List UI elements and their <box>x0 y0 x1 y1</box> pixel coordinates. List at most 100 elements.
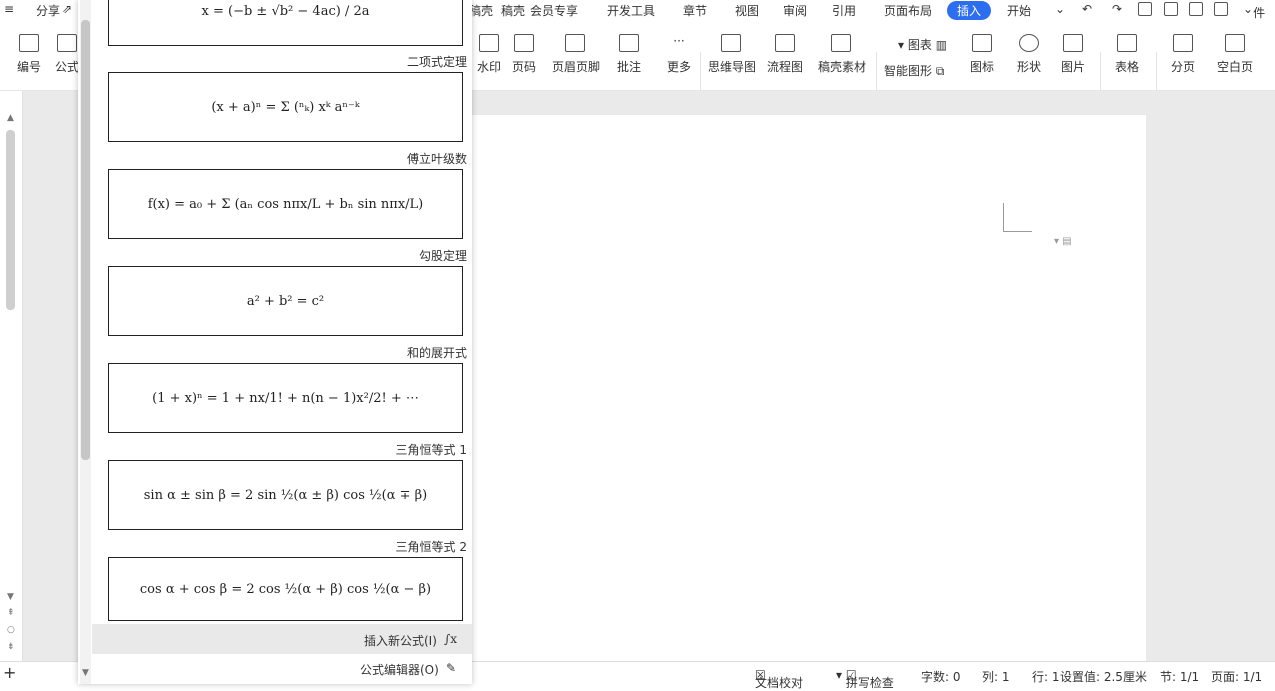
formula-editor-item[interactable]: 公式编辑器(O) ✎ <box>92 653 472 683</box>
proofread-button[interactable]: 文档校对 ☒ <box>755 668 803 690</box>
formula-trig-1[interactable]: sin α ± sin β = 2 sin ½(α ± β) cos ½(α ∓… <box>108 460 463 530</box>
tab-1[interactable]: 稿壳 <box>501 2 525 19</box>
more-button[interactable]: ··· 更多 <box>660 34 698 84</box>
redo-icon[interactable]: ↷ <box>1112 2 1122 16</box>
formula-expression: cos α + cos β = 2 cos ½(α + β) cos ½(α −… <box>139 581 432 597</box>
formula-title: 勾股定理 <box>418 249 467 263</box>
chevron-down-icon[interactable]: ⌄ <box>1055 2 1065 16</box>
spell-check-button[interactable]: ▾ 拼写检查 ☑ <box>836 668 894 690</box>
margin-corner-mark <box>1003 203 1032 232</box>
scroll-up-icon[interactable]: ▲ <box>7 113 14 123</box>
material-icon <box>831 34 851 52</box>
tab-home[interactable]: 开始 <box>1007 2 1031 19</box>
comment-icon <box>619 34 639 52</box>
material-button[interactable]: 稿壳素材 <box>818 34 867 84</box>
numbering-button[interactable]: 编号 <box>10 34 48 84</box>
header-footer-label: 页眉页脚 <box>552 60 601 74</box>
blank-page-button[interactable]: 空白页 <box>1212 34 1258 84</box>
save-icon[interactable] <box>1214 2 1228 16</box>
page-break-icon <box>1173 34 1193 52</box>
smart-graphic-icon: ⧉ <box>935 64 945 78</box>
menu-collapse-icon[interactable]: ≡ <box>4 2 14 16</box>
print-icon[interactable] <box>1164 2 1178 16</box>
smart-graphic-button[interactable]: 智能图形 ⧉ <box>884 62 944 79</box>
picture-icon <box>1063 34 1083 52</box>
tab-4[interactable]: 章节 <box>683 2 707 19</box>
export-icon[interactable] <box>1189 2 1203 16</box>
mindmap-button[interactable]: 思维导图 <box>708 34 757 84</box>
scroll-down-icon[interactable]: ▼ <box>7 592 14 602</box>
formula-expression: x = (−b ± √b² − 4ac) / 2a <box>201 3 370 19</box>
comment-button[interactable]: 批注 <box>610 34 648 84</box>
next-page-icon[interactable]: ⇟ <box>7 642 15 652</box>
page-break-button[interactable]: 分页 <box>1164 34 1202 84</box>
numbering-icon <box>19 34 39 52</box>
prev-page-icon[interactable]: ⇞ <box>7 608 15 618</box>
paste-options-icon[interactable]: ▾ ▤ <box>1054 236 1072 247</box>
shapes-button[interactable]: 形状 <box>1010 34 1048 84</box>
word-count[interactable]: 字数: 0 <box>921 668 961 685</box>
blank-page-icon <box>1225 34 1245 52</box>
formula-title: 傅立叶级数 <box>406 152 467 166</box>
zoom-in-icon[interactable]: + <box>3 663 16 682</box>
page-number-icon <box>514 34 534 52</box>
table-button[interactable]: 表格 <box>1108 34 1146 84</box>
share-button[interactable]: 分享 <box>36 2 60 19</box>
table-icon <box>1117 34 1137 52</box>
formula-quadratic[interactable]: x = (−b ± √b² − 4ac) / 2a <box>108 0 463 46</box>
formula-trig-2[interactable]: cos α + cos β = 2 cos ½(α + β) cos ½(α −… <box>108 557 463 621</box>
formula-icon <box>57 34 77 52</box>
material-label: 稿壳素材 <box>818 60 867 74</box>
more-icon: ··· <box>673 34 685 48</box>
flowchart-button[interactable]: 流程图 <box>766 34 804 84</box>
picture-button[interactable]: 图片 <box>1054 34 1092 84</box>
formula-title: 三角恒等式 2 <box>395 540 467 554</box>
share-icon[interactable]: ⇗ <box>62 2 72 16</box>
page-break-label: 分页 <box>1170 60 1195 74</box>
section-indicator: 节: 1/1 <box>1160 670 1200 684</box>
page-indicator[interactable]: 页面: 1/1 <box>1211 668 1262 685</box>
tab-8[interactable]: 页面布局 <box>884 2 932 19</box>
mindmap-label: 思维导图 <box>708 60 757 74</box>
icons-button[interactable]: 图标 <box>963 34 1001 84</box>
panel-scroll-thumb[interactable] <box>81 20 90 460</box>
tab-5[interactable]: 视图 <box>735 2 759 19</box>
setting-value: 设置值: 2.5厘米 <box>1060 670 1147 684</box>
picture-label: 图片 <box>1060 60 1085 74</box>
chart-button[interactable]: ▾ 图表 ▥ <box>898 36 947 53</box>
column-indicator: 列: 1 <box>982 670 1010 684</box>
formula-expression: (1 + x)ⁿ = 1 + nx/1! + n(n − 1)x²/2! + ⋯ <box>152 390 419 406</box>
table-label: 表格 <box>1114 60 1139 74</box>
tab-7[interactable]: 引用 <box>832 2 856 19</box>
tab-0[interactable]: 稿壳 <box>469 2 493 19</box>
formula-fourier[interactable]: f(x) = a₀ + Σ (aₙ cos nπx/L + bₙ sin nπx… <box>108 169 463 239</box>
formula-binomial[interactable]: (x + a)ⁿ = Σ (ⁿₖ) xᵏ aⁿ⁻ᵏ <box>108 72 463 142</box>
panel-scroll-down-icon[interactable]: ▼ <box>82 668 89 678</box>
document-page[interactable] <box>470 115 1146 675</box>
select-object-icon[interactable]: ○ <box>7 625 15 635</box>
tab-6[interactable]: 审阅 <box>783 2 807 19</box>
formula-pythagorean[interactable]: a² + b² = c² <box>108 266 463 336</box>
tab-3[interactable]: 开发工具 <box>607 2 655 19</box>
ruler-scroll-thumb[interactable] <box>6 130 15 310</box>
watermark-icon <box>479 34 499 52</box>
page-number-button[interactable]: 页码 <box>505 34 543 84</box>
tab-2[interactable]: 会员专享 <box>530 2 578 19</box>
spell-check-label: 拼写检查 <box>845 676 894 690</box>
row-indicator: 行: 1 <box>1032 670 1060 684</box>
insert-new-formula-item[interactable]: 插入新公式(I) ∫x <box>92 624 472 654</box>
tab-insert[interactable]: 插入 <box>947 1 992 20</box>
undo-icon[interactable]: ↶ <box>1082 2 1092 16</box>
formula-expression: (x + a)ⁿ = Σ (ⁿₖ) xᵏ aⁿ⁻ᵏ <box>211 99 360 115</box>
formula-title: 二项式定理 <box>406 55 467 69</box>
file-label: 件 <box>1253 6 1266 20</box>
menu-file-label[interactable]: ⌄ 件 <box>1243 2 1265 20</box>
formula-expansion[interactable]: (1 + x)ⁿ = 1 + nx/1! + n(n − 1)x²/2! + ⋯ <box>108 363 463 433</box>
watermark-button[interactable]: 水印 <box>470 34 508 84</box>
smart-graphic-label: 智能图形 <box>884 64 933 78</box>
flowchart-icon <box>775 34 795 52</box>
insert-new-formula-label: 插入新公式(I) <box>364 634 437 648</box>
formula-editor-icon: ✎ <box>446 661 457 675</box>
print-preview-icon[interactable] <box>1138 2 1152 16</box>
header-footer-button[interactable]: 页眉页脚 <box>552 34 601 84</box>
